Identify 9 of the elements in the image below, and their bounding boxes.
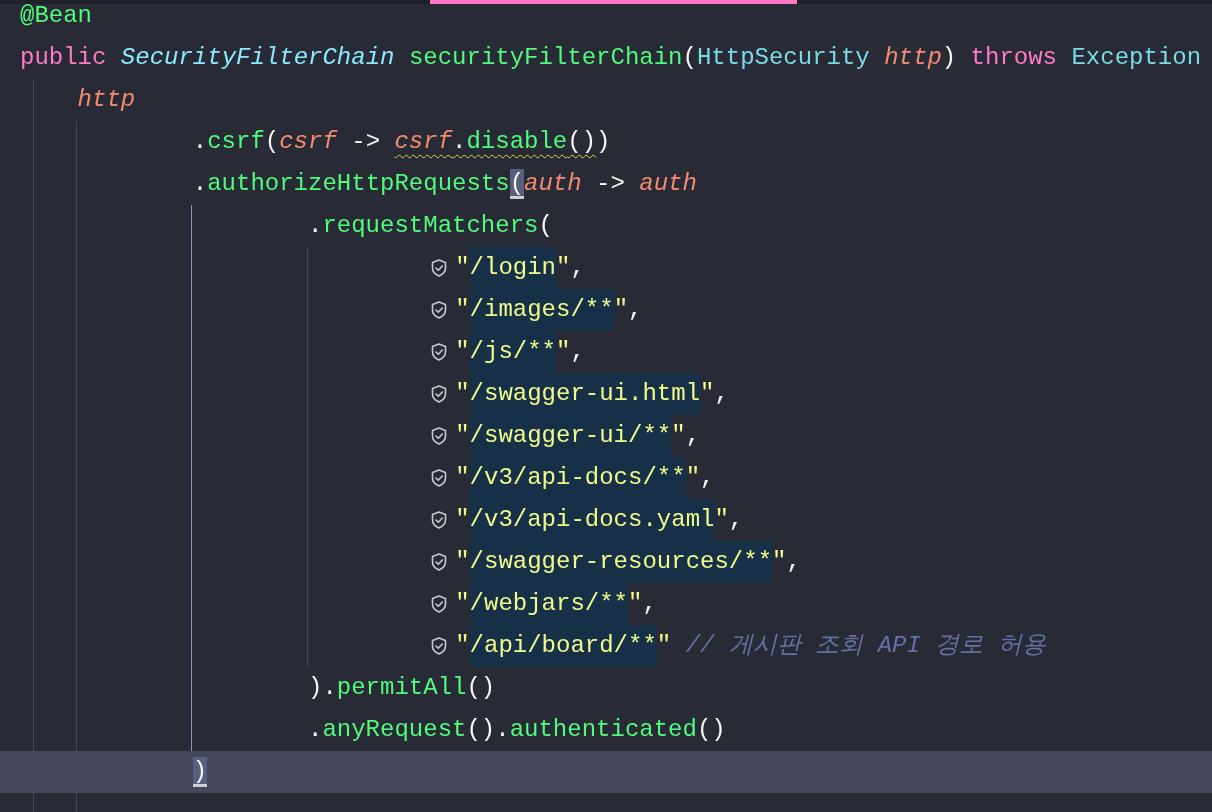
- code-line: public SecurityFilterChain securityFilterChain(HttpSecurity http) throws Exception: [20, 43, 1202, 73]
- code-line: .requestMatchers(: [308, 211, 553, 241]
- code-line: .authorizeHttpRequests(auth -> auth: [192, 168, 697, 201]
- code-line: ).permitAll(): [308, 673, 496, 703]
- code-line: @Bean: [20, 1, 92, 31]
- code-line: http: [77, 85, 136, 115]
- code-line: .anyRequest().authenticated(): [308, 715, 726, 745]
- code-line: .csrf(csrf -> csrf.disable()): [192, 127, 611, 157]
- code-line-with-comment: "/api/board/**" // 게시판 조회 API 경로 허용: [455, 625, 1046, 667]
